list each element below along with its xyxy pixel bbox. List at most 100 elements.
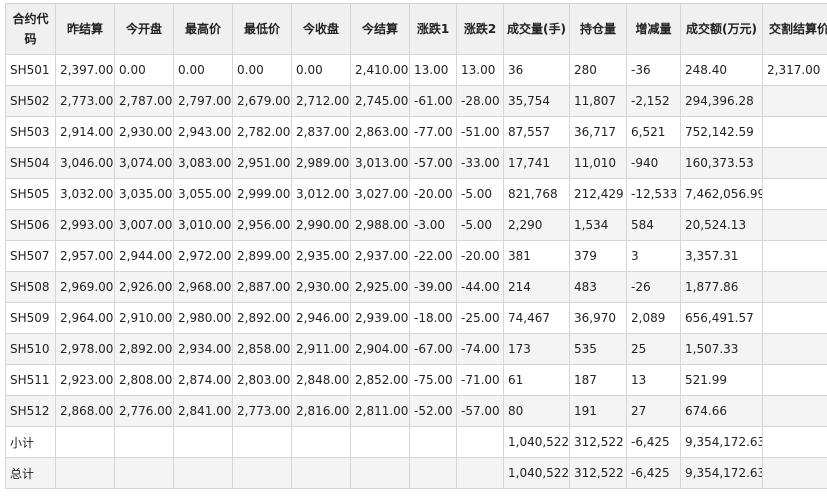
- table-cell-open-interest: 11,010: [569, 147, 627, 179]
- table-cell-low: 2,858.00: [232, 333, 292, 365]
- table-cell-contract-code: SH504: [5, 147, 56, 179]
- table-cell-settle: 3,013.00: [350, 147, 410, 179]
- table-cell-contract-code: SH507: [5, 240, 56, 272]
- table-cell-prev-settle: 2,978.00: [55, 333, 115, 365]
- table-cell-close: [291, 457, 351, 489]
- table-cell-change-2: [456, 426, 504, 458]
- table-cell-open-interest: 483: [569, 271, 627, 303]
- column-header-delivery-settle: 交割结算价: [762, 3, 827, 55]
- table-cell-close: 2,816.00: [291, 395, 351, 427]
- table-cell-low: 2,892.00: [232, 302, 292, 334]
- table-cell-open: [114, 426, 174, 458]
- table-cell-low: 2,679.00: [232, 85, 292, 117]
- table-row: SH506 2,993.00 3,007.00 3,010.00 2,956.00 2,9…: [5, 209, 827, 241]
- table-cell-open-interest: 312,522: [569, 426, 627, 458]
- column-header-prev-settle: 昨结算: [55, 3, 115, 55]
- table-cell-low: [232, 457, 292, 489]
- table-cell-open-interest: 535: [569, 333, 627, 365]
- table-cell-high: 3,010.00: [173, 209, 233, 241]
- table-cell-delivery-settle: [762, 209, 827, 241]
- column-header-open-interest: 持仓量: [569, 3, 627, 55]
- table-cell-oi-change: -2,152: [626, 85, 681, 117]
- table-cell-close: [291, 426, 351, 458]
- table-cell-delivery-settle: [762, 116, 827, 148]
- column-header-open: 今开盘: [114, 3, 174, 55]
- column-header-oi-change: 增减量: [626, 3, 681, 55]
- table-cell-turnover: 248.40: [680, 54, 763, 86]
- column-header-change-2: 涨跌2: [456, 3, 504, 55]
- column-header-change-1: 涨跌1: [409, 3, 457, 55]
- table-cell-open-interest: 191: [569, 395, 627, 427]
- table-row: SH503 2,914.00 2,930.00 2,943.00 2,782.00 2,8…: [5, 116, 827, 148]
- table-cell-volume: 80: [503, 395, 570, 427]
- table-header: 合约代码 昨结算 今开盘 最高价 最低价 今收盘 今结算 涨跌1 涨跌2 成交量(手) 持仓量 增减量…: [5, 3, 827, 55]
- table-cell-turnover: 9,354,172.63: [680, 426, 763, 458]
- table-cell-oi-change: 13: [626, 364, 681, 396]
- table-cell-open: 3,074.00: [114, 147, 174, 179]
- table-cell-volume: 36: [503, 54, 570, 86]
- table-cell-close: 2,946.00: [291, 302, 351, 334]
- table-cell-close: 3,012.00: [291, 178, 351, 210]
- table-cell-high: 2,797.00: [173, 85, 233, 117]
- table-cell-high: 0.00: [173, 54, 233, 86]
- table-cell-settle: 2,937.00: [350, 240, 410, 272]
- table-cell-oi-change: -940: [626, 147, 681, 179]
- futures-settlement-table: 合约代码 昨结算 今开盘 最高价 最低价 今收盘 今结算 涨跌1 涨跌2 成交量(手) 持仓量 增减量…: [5, 3, 827, 489]
- table-cell-volume: 173: [503, 333, 570, 365]
- table-cell-open: 3,007.00: [114, 209, 174, 241]
- column-header-low: 最低价: [232, 3, 292, 55]
- table-cell-change-1: 13.00: [409, 54, 457, 86]
- table-cell-change-2: -20.00: [456, 240, 504, 272]
- table-cell-open: 2,910.00: [114, 302, 174, 334]
- table-cell-change-2: -57.00: [456, 395, 504, 427]
- table-cell-low: 2,999.00: [232, 178, 292, 210]
- column-header-contract-code: 合约代码: [5, 3, 56, 55]
- table-cell-settle: 2,852.00: [350, 364, 410, 396]
- table-cell-turnover: 1,877.86: [680, 271, 763, 303]
- table-cell-prev-settle: 3,032.00: [55, 178, 115, 210]
- table-cell-prev-settle: 2,923.00: [55, 364, 115, 396]
- table-cell-oi-change: 3: [626, 240, 681, 272]
- table-cell-change-2: -74.00: [456, 333, 504, 365]
- table-cell-change-2: -71.00: [456, 364, 504, 396]
- table-row: SH502 2,773.00 2,787.00 2,797.00 2,679.00 2,7…: [5, 85, 827, 117]
- table-cell-volume: 214: [503, 271, 570, 303]
- table-cell-high: 2,972.00: [173, 240, 233, 272]
- table-cell-settle: [350, 426, 410, 458]
- table-cell-prev-settle: 2,993.00: [55, 209, 115, 241]
- table-cell-change-1: -52.00: [409, 395, 457, 427]
- table-cell-turnover: 656,491.57: [680, 302, 763, 334]
- table-cell-low: 2,899.00: [232, 240, 292, 272]
- table-cell-contract-code: SH511: [5, 364, 56, 396]
- table-cell-prev-settle: [55, 426, 115, 458]
- table-cell-low: 2,782.00: [232, 116, 292, 148]
- table-cell-volume: 381: [503, 240, 570, 272]
- table-cell-turnover: 9,354,172.63: [680, 457, 763, 489]
- table-cell-delivery-settle: [762, 271, 827, 303]
- table-cell-high: 2,943.00: [173, 116, 233, 148]
- table-cell-contract-code: SH512: [5, 395, 56, 427]
- table-row: 总计 1,040,522 312,522 -6,425 9,354,172.63: [5, 457, 827, 489]
- table-cell-settle: [350, 457, 410, 489]
- table-cell-low: 2,951.00: [232, 147, 292, 179]
- table-cell-settle: 2,745.00: [350, 85, 410, 117]
- table-row: SH512 2,868.00 2,776.00 2,841.00 2,773.00 2,8…: [5, 395, 827, 427]
- table-cell-open-interest: 280: [569, 54, 627, 86]
- table-cell-delivery-settle: 2,317.00: [762, 54, 827, 86]
- column-header-volume: 成交量(手): [503, 3, 570, 55]
- table-cell-prev-settle: 2,397.00: [55, 54, 115, 86]
- table-cell-contract-code: 总计: [5, 457, 56, 489]
- table-cell-settle: 2,939.00: [350, 302, 410, 334]
- table-cell-open-interest: 11,807: [569, 85, 627, 117]
- table-cell-close: 2,989.00: [291, 147, 351, 179]
- table-cell-delivery-settle: [762, 85, 827, 117]
- table-cell-oi-change: 584: [626, 209, 681, 241]
- table-row: SH511 2,923.00 2,808.00 2,874.00 2,803.00 2,8…: [5, 364, 827, 396]
- table-cell-close: 2,911.00: [291, 333, 351, 365]
- table-cell-contract-code: SH503: [5, 116, 56, 148]
- table-cell-open: 2,892.00: [114, 333, 174, 365]
- table-cell-high: [173, 457, 233, 489]
- table-cell-delivery-settle: [762, 240, 827, 272]
- table-cell-high: 3,083.00: [173, 147, 233, 179]
- table-cell-close: 2,930.00: [291, 271, 351, 303]
